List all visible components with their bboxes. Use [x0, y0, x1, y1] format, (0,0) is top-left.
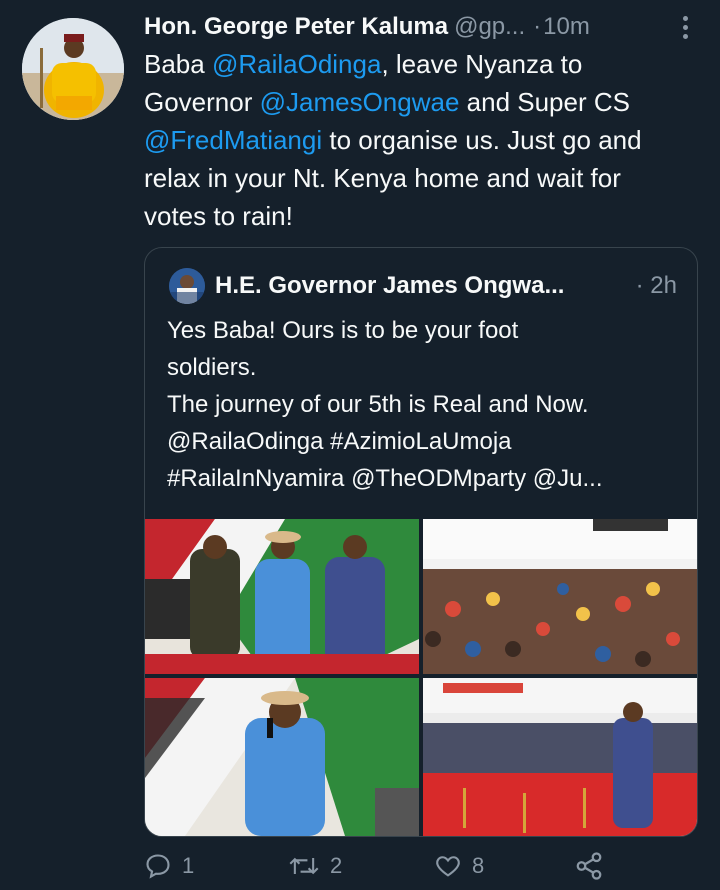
- tweet-line: relax in your Nt. Kenya home and wait fo…: [144, 159, 704, 197]
- photo-4[interactable]: [423, 678, 697, 836]
- separator-dot: ·: [533, 13, 542, 40]
- mention-link[interactable]: @RailaOdinga: [212, 49, 381, 79]
- tweet-line: votes to rain!: [144, 197, 704, 235]
- photo-2[interactable]: [423, 519, 697, 674]
- quoted-author-avatar[interactable]: [169, 268, 205, 304]
- like-count: 8: [472, 853, 485, 878]
- quoted-time[interactable]: · 2h: [636, 272, 677, 300]
- retweet-icon: [289, 857, 319, 875]
- tweet-actions: 1 2 8: [144, 846, 614, 886]
- share-icon: [576, 852, 602, 880]
- quoted-line: @RailaOdinga #AzimioLaUmoja: [167, 428, 512, 455]
- reply-icon: [146, 854, 170, 879]
- text-span: to organise us. Just go and: [322, 125, 642, 155]
- author-handle[interactable]: @gp...: [454, 13, 525, 41]
- tweet-line: Governor @JamesOngwae and Super CS: [144, 83, 704, 121]
- mention-link[interactable]: @FredMatiangi: [144, 125, 322, 155]
- media-grid: [145, 519, 697, 836]
- photo-3[interactable]: [145, 678, 419, 836]
- quoted-line: soldiers.: [167, 354, 257, 381]
- text-span: Governor: [144, 87, 260, 117]
- reply-button[interactable]: 1: [144, 846, 194, 886]
- author-avatar[interactable]: [22, 18, 124, 120]
- tweet-line: @FredMatiangi to organise us. Just go an…: [144, 121, 704, 159]
- retweet-button[interactable]: 2: [288, 846, 342, 886]
- more-icon[interactable]: [670, 10, 700, 44]
- text-span: votes to rain!: [144, 201, 293, 231]
- like-button[interactable]: 8: [434, 846, 484, 886]
- text-span: relax in your Nt. Kenya home and wait fo…: [144, 163, 621, 193]
- quoted-line: The journey of our 5th is Real and Now.: [167, 391, 589, 418]
- text-span: Baba: [144, 49, 212, 79]
- quoted-text: Yes Baba! Ours is to be your foot soldie…: [167, 312, 687, 497]
- text-span: , leave Nyanza to: [381, 49, 583, 79]
- reply-count: 1: [182, 853, 195, 878]
- retweet-count: 2: [330, 853, 343, 878]
- text-span: and Super CS: [459, 87, 630, 117]
- quoted-author-name[interactable]: H.E. Governor James Ongwa...: [215, 272, 564, 300]
- tweet-line: Baba @RailaOdinga, leave Nyanza to: [144, 45, 704, 83]
- quoted-tweet[interactable]: H.E. Governor James Ongwa... · 2h Yes Ba…: [144, 247, 698, 837]
- share-button[interactable]: [574, 846, 604, 886]
- mention-link[interactable]: @JamesOngwae: [260, 87, 460, 117]
- photo-1[interactable]: [145, 519, 419, 674]
- like-icon: [436, 856, 460, 877]
- author-name[interactable]: Hon. George Peter Kaluma: [144, 13, 448, 41]
- tweet-header: Hon. George Peter Kaluma @gp... · 10m: [144, 10, 700, 44]
- quoted-line: Yes Baba! Ours is to be your foot: [167, 317, 519, 344]
- quoted-header: H.E. Governor James Ongwa... · 2h: [215, 268, 677, 304]
- tweet-time[interactable]: 10m: [543, 13, 590, 41]
- tweet-text: Baba @RailaOdinga, leave Nyanza to Gover…: [144, 45, 704, 235]
- quoted-line: #RailaInNyamira @TheODMparty @Ju...: [167, 465, 603, 492]
